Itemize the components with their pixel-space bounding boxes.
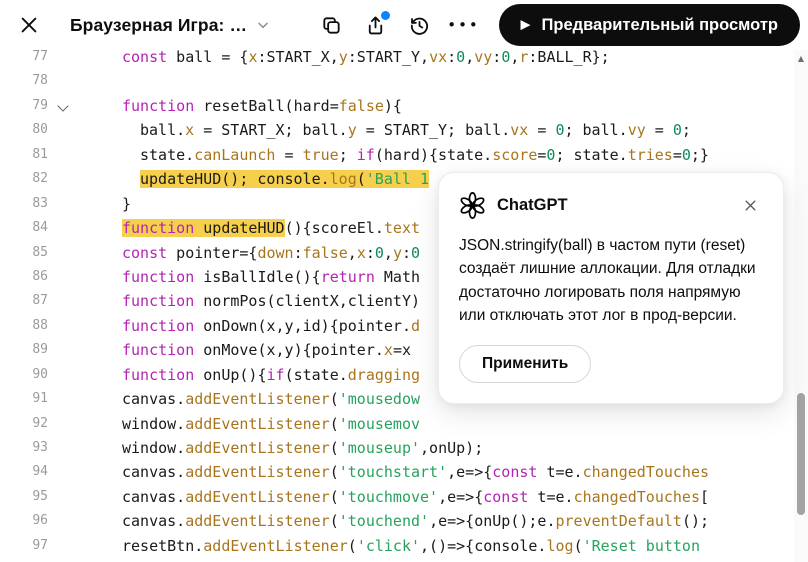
header-actions: ••• ▶ Предварительный просмотр — [313, 4, 800, 46]
document-title: Браузерная Игра: … — [70, 14, 248, 35]
line-number: 97 — [32, 537, 48, 553]
document-title-menu[interactable]: Браузерная Игра: … — [70, 15, 271, 36]
chevron-down-icon — [258, 22, 268, 29]
close-button[interactable] — [10, 6, 48, 44]
chatgpt-suggestion-popup: ChatGPT JSON.stringify(ball) в частом пу… — [438, 172, 784, 404]
line-number: 90 — [32, 366, 48, 382]
line-number: 85 — [32, 244, 48, 260]
ellipsis-icon: ••• — [447, 16, 480, 34]
play-icon: ▶ — [520, 17, 531, 32]
share-button[interactable] — [357, 6, 395, 44]
code-line[interactable]: 93 window.addEventListener('mouseup',onUp… — [0, 436, 794, 460]
line-number: 88 — [32, 317, 48, 333]
line-number: 78 — [32, 73, 48, 89]
apply-button[interactable]: Применить — [459, 345, 592, 383]
header: Браузерная Игра: … ••• ▶ Предварительный… — [0, 0, 808, 50]
code-line[interactable]: 95 canvas.addEventListener('touchmove',e=… — [0, 485, 794, 509]
scrollbar[interactable]: ▲ — [794, 50, 808, 562]
line-number: 93 — [32, 440, 48, 455]
canvas-window: 77 const ball = {x:START_X,y:START_Y,vx:0… — [0, 0, 808, 562]
line-number: 81 — [32, 146, 48, 162]
fold-chevron-icon[interactable] — [58, 102, 67, 111]
code-line[interactable]: 94 canvas.addEventListener('touchstart',e… — [0, 460, 794, 484]
line-number: 80 — [32, 122, 48, 138]
close-icon — [21, 17, 37, 33]
popup-close-button[interactable] — [737, 193, 763, 219]
line-number: 87 — [32, 293, 48, 309]
notification-dot — [380, 11, 390, 20]
history-icon — [410, 17, 429, 35]
scrollbar-up-arrow-icon[interactable]: ▲ — [794, 54, 808, 63]
line-number: 86 — [32, 268, 48, 284]
line-number: 95 — [32, 488, 48, 504]
code-line[interactable]: 96 canvas.addEventListener('touchend',e=>… — [0, 509, 794, 533]
line-number: 96 — [32, 513, 48, 529]
code-line[interactable]: 78 — [0, 69, 794, 93]
line-number: 84 — [32, 220, 48, 236]
line-number: 89 — [32, 342, 48, 358]
copy-button[interactable] — [313, 6, 351, 44]
code-line[interactable]: 79 function resetBall(hard=false){ — [0, 94, 794, 118]
scrollbar-thumb[interactable] — [797, 393, 805, 515]
preview-button-label: Предварительный просмотр — [541, 15, 778, 34]
line-number: 92 — [32, 415, 48, 431]
chatgpt-logo-icon — [460, 192, 485, 219]
history-button[interactable] — [401, 6, 439, 44]
code-line[interactable]: 92 window.addEventListener('mousemov — [0, 412, 794, 436]
code-line[interactable]: 97 resetBtn.addEventListener('click',()=>… — [0, 534, 794, 558]
popup-close-icon — [745, 200, 755, 211]
line-number: 82 — [32, 171, 48, 187]
line-number: 83 — [32, 195, 48, 211]
popup-header: ChatGPT — [459, 192, 763, 219]
copy-icon — [323, 16, 340, 34]
popup-title: ChatGPT — [497, 196, 568, 214]
popup-suggestion-text: JSON.stringify(ball) в частом пути (rese… — [459, 237, 756, 324]
line-number: 79 — [32, 97, 48, 113]
line-number: 91 — [32, 391, 48, 407]
line-number: 94 — [32, 464, 48, 480]
preview-button[interactable]: ▶ Предварительный просмотр — [498, 4, 800, 46]
code-line[interactable]: 80 ball.x = START_X; ball.y = START_Y; ba… — [0, 118, 794, 142]
more-options-button[interactable]: ••• — [445, 6, 483, 44]
code-line[interactable]: 81 state.canLaunch = true; if(hard){state… — [0, 143, 794, 167]
